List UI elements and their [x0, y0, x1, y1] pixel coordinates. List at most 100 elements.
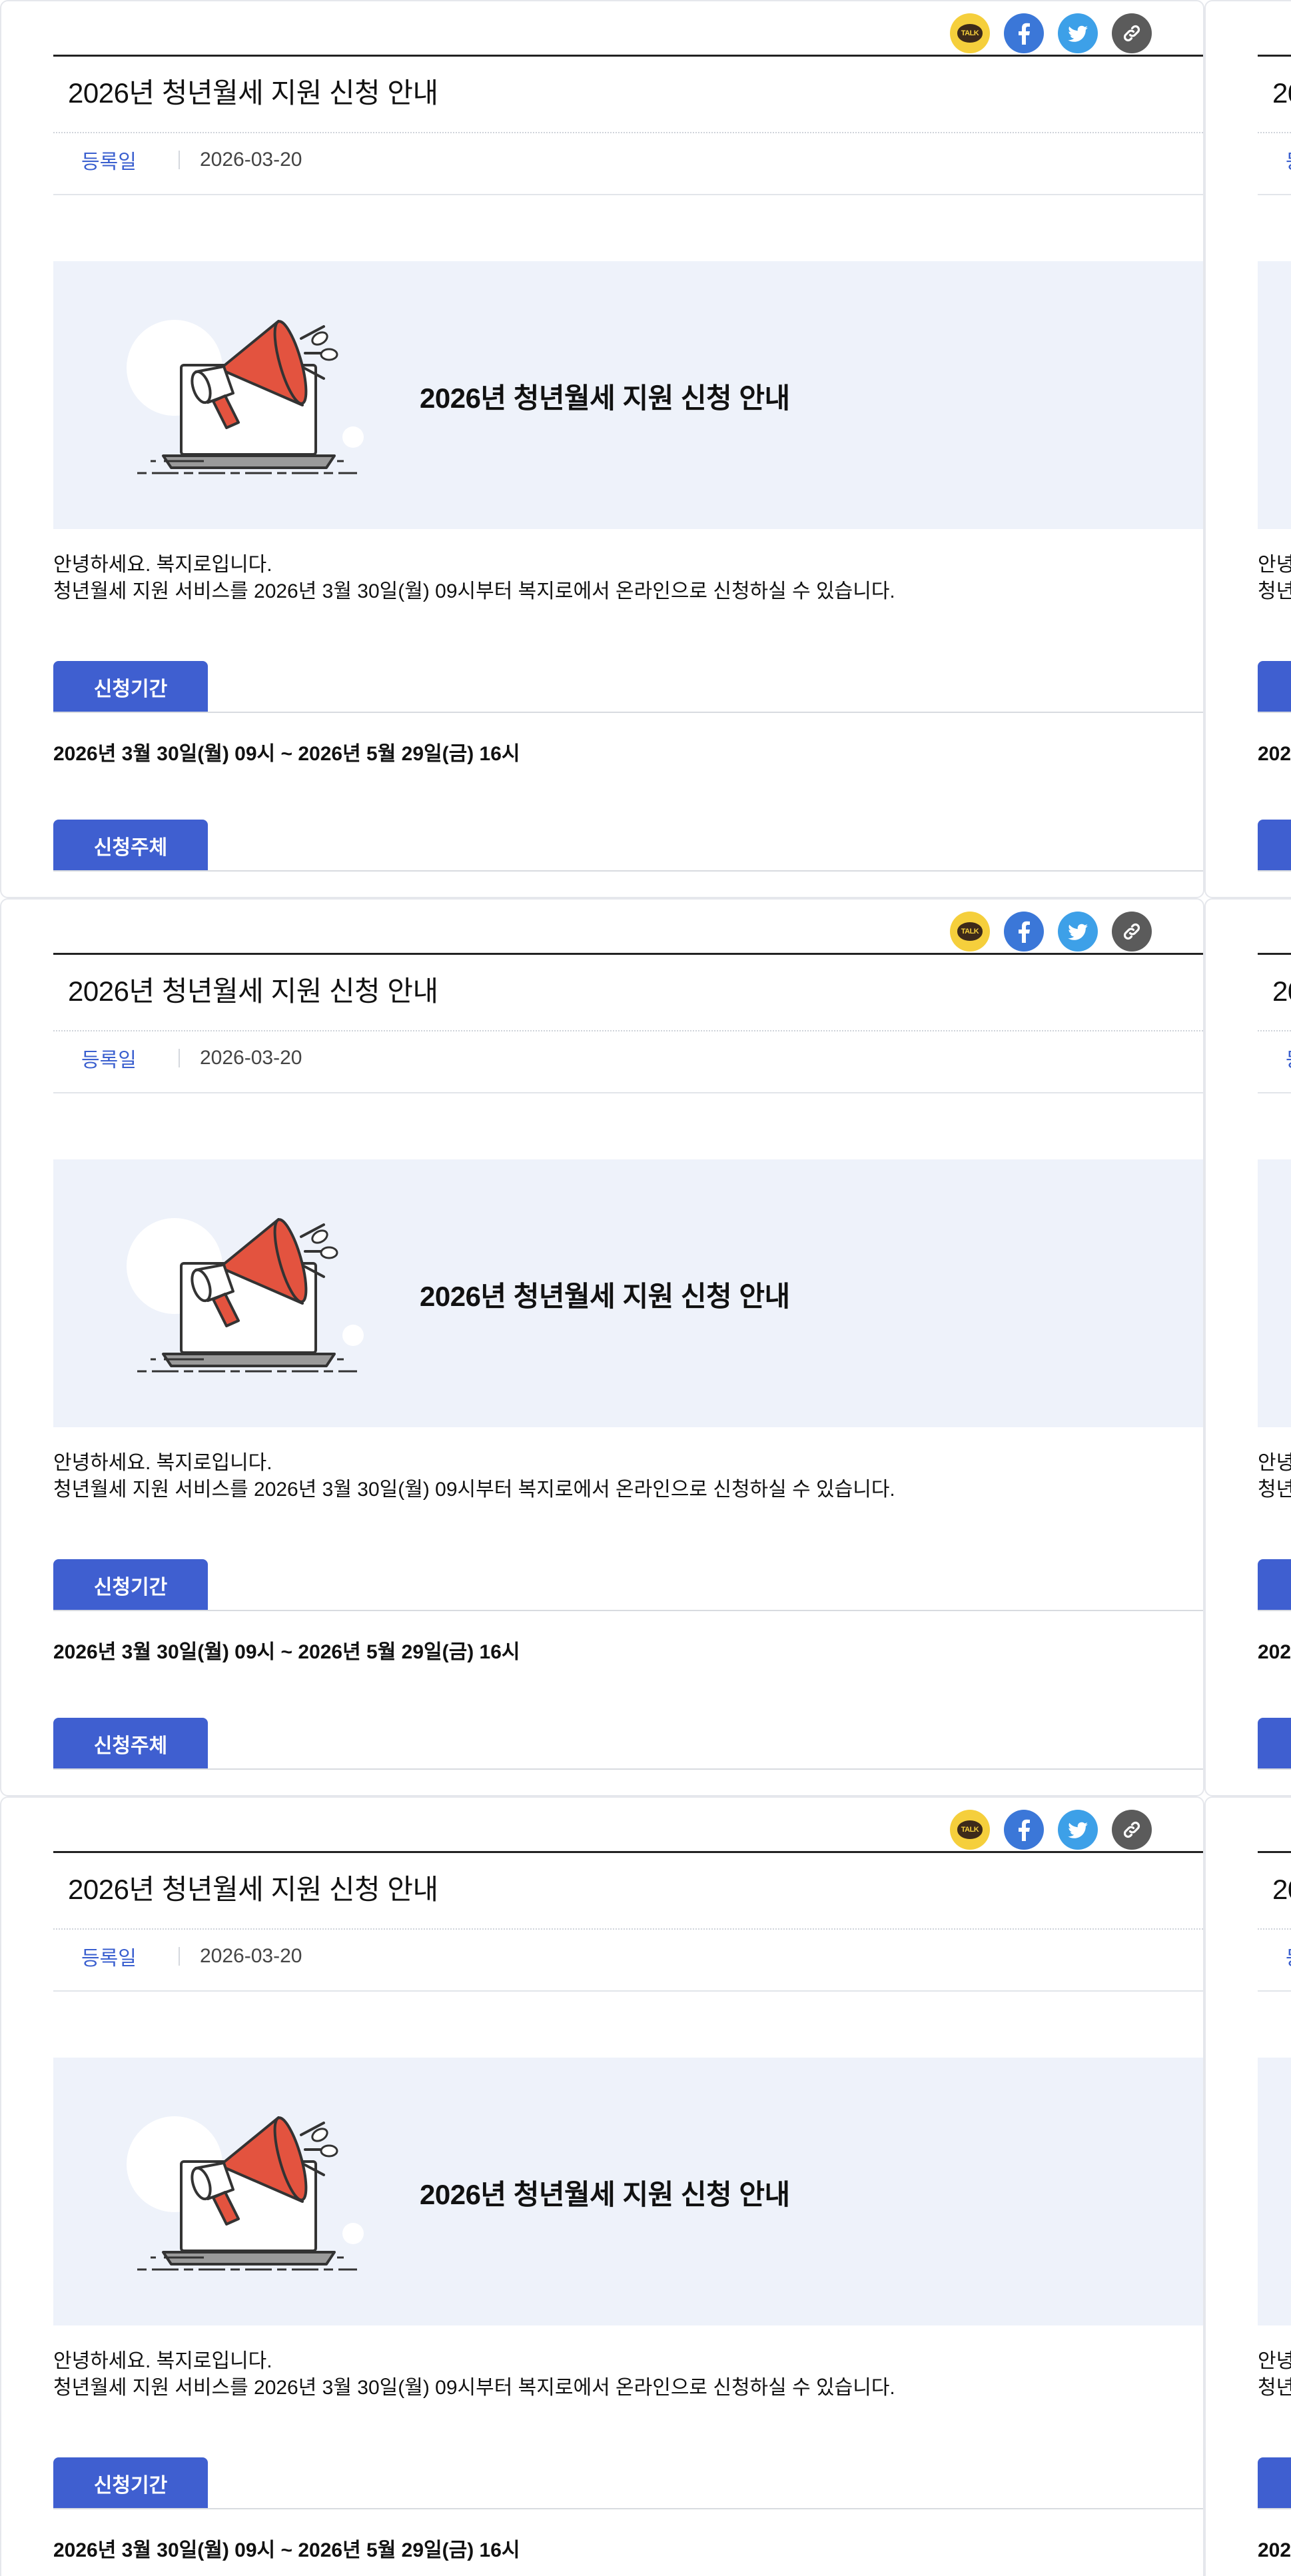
notice-banner: 2026년 청년월세 지원 신청 안내	[1258, 2058, 1291, 2325]
intro-text: 안녕하세요. 복지로입니다. 청년월세 지원 서비스를 2026년 3월 30일…	[1258, 552, 1291, 605]
date-label: 등록일	[1258, 1942, 1291, 1971]
post-meta: 등록일 2026-03-20	[53, 1042, 302, 1074]
notice-banner: 2026년 청년월세 지원 신청 안내	[1258, 261, 1291, 529]
title-dotted-divider	[53, 1928, 1203, 1930]
period-text: 2026년 3월 30일(월) 09시 ~ 2026년 5월 29일(금) 16…	[53, 2539, 520, 2561]
facebook-icon	[1019, 1819, 1030, 1841]
section-divider-subject	[1258, 1768, 1291, 1770]
title-dotted-divider	[53, 132, 1203, 133]
intro-text: 안녕하세요. 복지로입니다. 청년월세 지원 서비스를 2026년 3월 30일…	[1258, 1450, 1291, 1503]
kakaotalk-icon-label: TALK	[961, 928, 979, 936]
post-meta: 등록일 2026-03-20	[1258, 1042, 1291, 1074]
kakaotalk-icon: TALK	[957, 922, 983, 941]
intro-text: 안녕하세요. 복지로입니다. 청년월세 지원 서비스를 2026년 3월 30일…	[53, 1450, 895, 1503]
date-label: 등록일	[81, 1948, 137, 1970]
title-top-rule	[53, 1851, 1203, 1853]
intro-line-2: 청년월세 지원 서비스를 2026년 3월 30일(월) 09시부터 복지로에서…	[53, 580, 895, 602]
post-content: TALK	[53, 1, 1203, 897]
share-buttons: TALK	[950, 912, 1152, 952]
date-value: 2026-03-20	[200, 1047, 302, 1069]
facebook-share-button[interactable]	[1004, 1810, 1044, 1850]
section-tab-period: 신청기간	[53, 2457, 208, 2509]
kakaotalk-icon: TALK	[957, 24, 983, 43]
intro-text: 안녕하세요. 복지로입니다. 청년월세 지원 서비스를 2026년 3월 30일…	[53, 2348, 895, 2401]
post-meta: 등록일 2026-03-20	[53, 144, 302, 176]
megaphone-laptop-illustration	[127, 320, 364, 474]
kakaotalk-icon: TALK	[957, 1820, 983, 1839]
title-top-rule	[53, 953, 1203, 955]
copy-link-button[interactable]	[1112, 912, 1152, 952]
kakaotalk-share-button[interactable]: TALK	[950, 1810, 990, 1850]
date-label: 등록일	[1258, 1043, 1291, 1073]
title-top-rule	[1258, 953, 1291, 955]
date-value: 2026-03-20	[200, 149, 302, 171]
kakaotalk-share-button[interactable]: TALK	[950, 13, 990, 53]
meta-separator	[179, 1049, 180, 1067]
title-top-rule	[53, 55, 1203, 57]
twitter-icon	[1068, 924, 1088, 940]
post-content: TALK	[1258, 900, 1291, 1795]
link-icon	[1123, 25, 1140, 42]
section-divider-period	[1258, 712, 1291, 713]
notice-post-card: TALK	[1204, 1796, 1291, 2576]
facebook-icon	[1019, 921, 1030, 943]
copy-link-button[interactable]	[1112, 1810, 1152, 1850]
facebook-share-button[interactable]	[1004, 13, 1044, 53]
post-title: 2026년 청년월세 지원 신청 안내	[68, 1874, 438, 1905]
section-divider-subject	[53, 1768, 1203, 1770]
title-top-rule	[1258, 55, 1291, 57]
notice-banner: 2026년 청년월세 지원 신청 안내	[1258, 1159, 1291, 1427]
meta-divider	[53, 1990, 1203, 1992]
meta-divider	[53, 1092, 1203, 1093]
share-buttons: TALK	[950, 13, 1152, 53]
period-text: 2026년 3월 30일(월) 09시 ~ 2026년 5월 29일(금) 16…	[1258, 1641, 1291, 1663]
period-text: 2026년 3월 30일(월) 09시 ~ 2026년 5월 29일(금) 16…	[1258, 743, 1291, 765]
section-divider-period	[53, 1610, 1203, 1611]
title-dotted-divider	[1258, 1928, 1291, 1930]
section-tab-period: 신청기간	[1258, 2457, 1291, 2509]
section-tab-subject: 신청주체	[1258, 1718, 1291, 1770]
page-canvas: TALK 2026년 청년월세 지원 신청 안내 등록일 2026-03-20 …	[0, 0, 1291, 2576]
post-meta: 등록일 2026-03-20	[53, 1940, 302, 1972]
period-text: 2026년 3월 30일(월) 09시 ~ 2026년 5월 29일(금) 16…	[53, 743, 520, 765]
megaphone-laptop-illustration	[127, 2116, 364, 2271]
twitter-share-button[interactable]	[1058, 912, 1098, 952]
twitter-share-button[interactable]	[1058, 1810, 1098, 1850]
section-tab-period: 신청기간	[53, 661, 208, 713]
facebook-share-button[interactable]	[1004, 912, 1044, 952]
section-divider-subject	[1258, 870, 1291, 872]
megaphone-laptop-illustration	[127, 1218, 364, 1373]
twitter-icon	[1068, 1822, 1088, 1838]
intro-line-2: 청년월세 지원 서비스를 2026년 3월 30일(월) 09시부터 복지로에서…	[1258, 580, 1291, 602]
twitter-icon	[1068, 25, 1088, 42]
meta-separator	[179, 151, 180, 169]
twitter-share-button[interactable]	[1058, 13, 1098, 53]
intro-line-1: 안녕하세요. 복지로입니다.	[1258, 2350, 1291, 2372]
post-content: TALK	[1258, 1, 1291, 897]
intro-line-2: 청년월세 지원 서비스를 2026년 3월 30일(월) 09시부터 복지로에서…	[53, 2377, 895, 2399]
section-tab-period: 신청기간	[1258, 661, 1291, 713]
title-dotted-divider	[53, 1030, 1203, 1031]
post-meta: 등록일 2026-03-20	[1258, 1940, 1291, 1972]
period-text: 2026년 3월 30일(월) 09시 ~ 2026년 5월 29일(금) 16…	[53, 1641, 520, 1663]
intro-line-1: 안녕하세요. 복지로입니다.	[53, 554, 272, 576]
post-title: 2026년 청년월세 지원 신청 안내	[1272, 975, 1291, 1007]
kakaotalk-share-button[interactable]: TALK	[950, 912, 990, 952]
notice-banner: 2026년 청년월세 지원 신청 안내	[53, 261, 1203, 529]
period-text: 2026년 3월 30일(월) 09시 ~ 2026년 5월 29일(금) 16…	[1258, 2539, 1291, 2561]
post-meta: 등록일 2026-03-20	[1258, 144, 1291, 176]
notice-post-card: TALK	[0, 1796, 1204, 2576]
intro-line-1: 안녕하세요. 복지로입니다.	[1258, 554, 1291, 576]
section-divider-subject	[53, 870, 1203, 872]
post-title: 2026년 청년월세 지원 신청 안내	[1272, 1874, 1291, 1905]
banner-title: 2026년 청년월세 지원 신청 안내	[420, 1281, 790, 1312]
post-content: TALK	[53, 1798, 1203, 2576]
copy-link-button[interactable]	[1112, 13, 1152, 53]
date-label: 등록일	[1258, 145, 1291, 175]
intro-line-1: 안녕하세요. 복지로입니다.	[53, 2350, 272, 2372]
section-tab-period: 신청기간	[1258, 1559, 1291, 1611]
link-icon	[1123, 923, 1140, 940]
section-divider-period	[1258, 2508, 1291, 2509]
kakaotalk-icon-label: TALK	[961, 29, 979, 37]
meta-divider	[53, 194, 1203, 195]
